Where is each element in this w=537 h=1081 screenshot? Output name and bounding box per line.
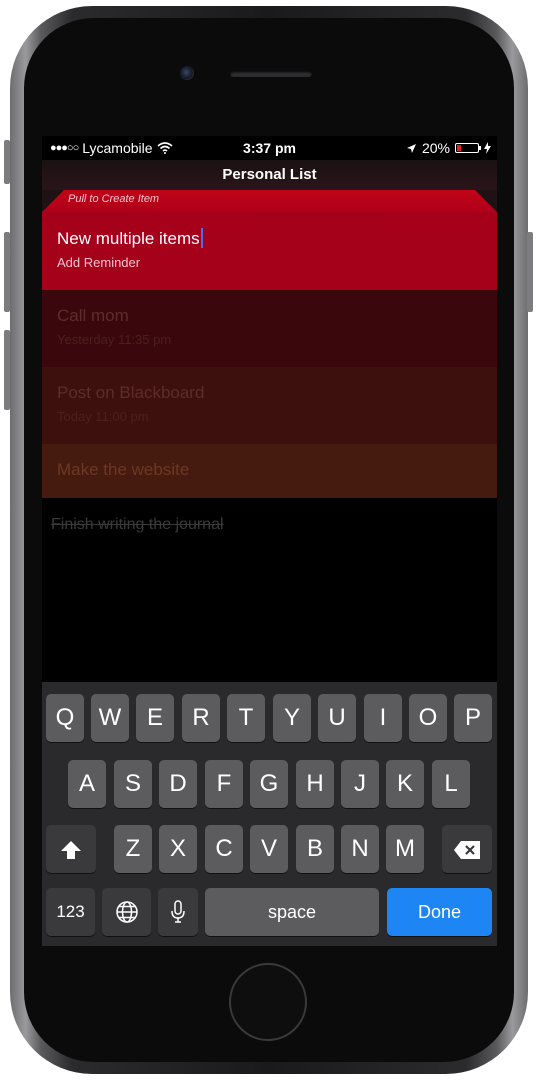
status-right: 20%	[406, 140, 491, 156]
status-bar: ●●●○○ Lycamobile 3:37 pm 20%	[42, 136, 497, 160]
add-reminder-button[interactable]: Add Reminder	[57, 255, 497, 270]
globe-icon	[115, 901, 138, 923]
key-y[interactable]: Y	[273, 694, 311, 742]
battery-icon	[455, 143, 481, 153]
key-k[interactable]: K	[386, 760, 424, 808]
list-item[interactable]: Post on Blackboard Today 11:00 pm	[42, 367, 497, 444]
backspace-icon	[454, 841, 480, 859]
list-item-title: Call mom	[57, 306, 129, 325]
key-v[interactable]: V	[250, 825, 288, 873]
key-c[interactable]: C	[205, 825, 243, 873]
key-p[interactable]: P	[454, 694, 492, 742]
page-title: Personal List	[222, 166, 317, 183]
key-z[interactable]: Z	[114, 825, 152, 873]
key-n[interactable]: N	[341, 825, 379, 873]
pull-to-create-banner: Pull to Create Item	[42, 190, 497, 212]
battery-level	[457, 145, 461, 151]
key-a[interactable]: A	[68, 760, 106, 808]
key-h[interactable]: H	[296, 760, 334, 808]
front-camera	[180, 66, 194, 80]
mute-switch	[4, 140, 10, 184]
keyboard: Q W E R T Y U I O P A S D F G H J K L Z …	[42, 682, 497, 946]
earpiece-speaker	[230, 71, 312, 77]
battery-percent: 20%	[421, 140, 450, 156]
key-w[interactable]: W	[91, 694, 129, 742]
key-s[interactable]: S	[114, 760, 152, 808]
key-u[interactable]: U	[318, 694, 356, 742]
list-item-reminder: Yesterday 11:35 pm	[57, 332, 172, 347]
space-key[interactable]: space	[205, 888, 379, 936]
list-item[interactable]: Make the website	[42, 444, 497, 498]
key-d[interactable]: D	[159, 760, 197, 808]
text-cursor	[200, 228, 203, 248]
key-t[interactable]: T	[227, 694, 265, 742]
key-e[interactable]: E	[136, 694, 174, 742]
key-g[interactable]: G	[250, 760, 288, 808]
shift-arrow-icon	[61, 841, 81, 859]
key-r[interactable]: R	[182, 694, 220, 742]
list-item-reminder: Today 11:00 pm	[57, 409, 149, 424]
globe-key[interactable]	[102, 888, 151, 936]
shift-key[interactable]	[46, 825, 96, 873]
key-l[interactable]: L	[432, 760, 470, 808]
microphone-key[interactable]	[158, 888, 198, 936]
screen: ●●●○○ Lycamobile 3:37 pm 20% Personal Li…	[42, 136, 497, 946]
list-item-title: Post on Blackboard	[57, 383, 205, 402]
volume-down-button	[4, 330, 10, 410]
power-button	[527, 232, 533, 312]
key-i[interactable]: I	[364, 694, 402, 742]
new-item-text: New multiple items	[57, 229, 200, 248]
numbers-key[interactable]: 123	[46, 888, 95, 936]
home-button[interactable]	[229, 963, 307, 1041]
new-item-input[interactable]: New multiple items	[57, 228, 497, 249]
battery-tip	[479, 146, 481, 150]
bolt-icon	[484, 142, 491, 154]
delete-key[interactable]	[442, 825, 492, 873]
done-key[interactable]: Done	[387, 888, 492, 936]
key-j[interactable]: J	[341, 760, 379, 808]
key-b[interactable]: B	[296, 825, 334, 873]
location-arrow-icon	[406, 143, 416, 153]
volume-up-button	[4, 232, 10, 312]
completed-item-title: Finish writing the journal	[51, 516, 224, 533]
key-o[interactable]: O	[409, 694, 447, 742]
key-f[interactable]: F	[205, 760, 243, 808]
new-item-row[interactable]: New multiple items Add Reminder	[42, 212, 497, 290]
key-x[interactable]: X	[159, 825, 197, 873]
key-q[interactable]: Q	[46, 694, 84, 742]
navigation-bar: Personal List	[42, 160, 497, 190]
key-m[interactable]: M	[386, 825, 424, 873]
completed-item[interactable]: Finish writing the journal	[42, 506, 497, 546]
list-item[interactable]: Call mom Yesterday 11:35 pm	[42, 290, 497, 367]
pull-hint: Pull to Create Item	[68, 193, 160, 205]
microphone-icon	[171, 900, 185, 923]
list-item-title: Make the website	[57, 460, 190, 479]
